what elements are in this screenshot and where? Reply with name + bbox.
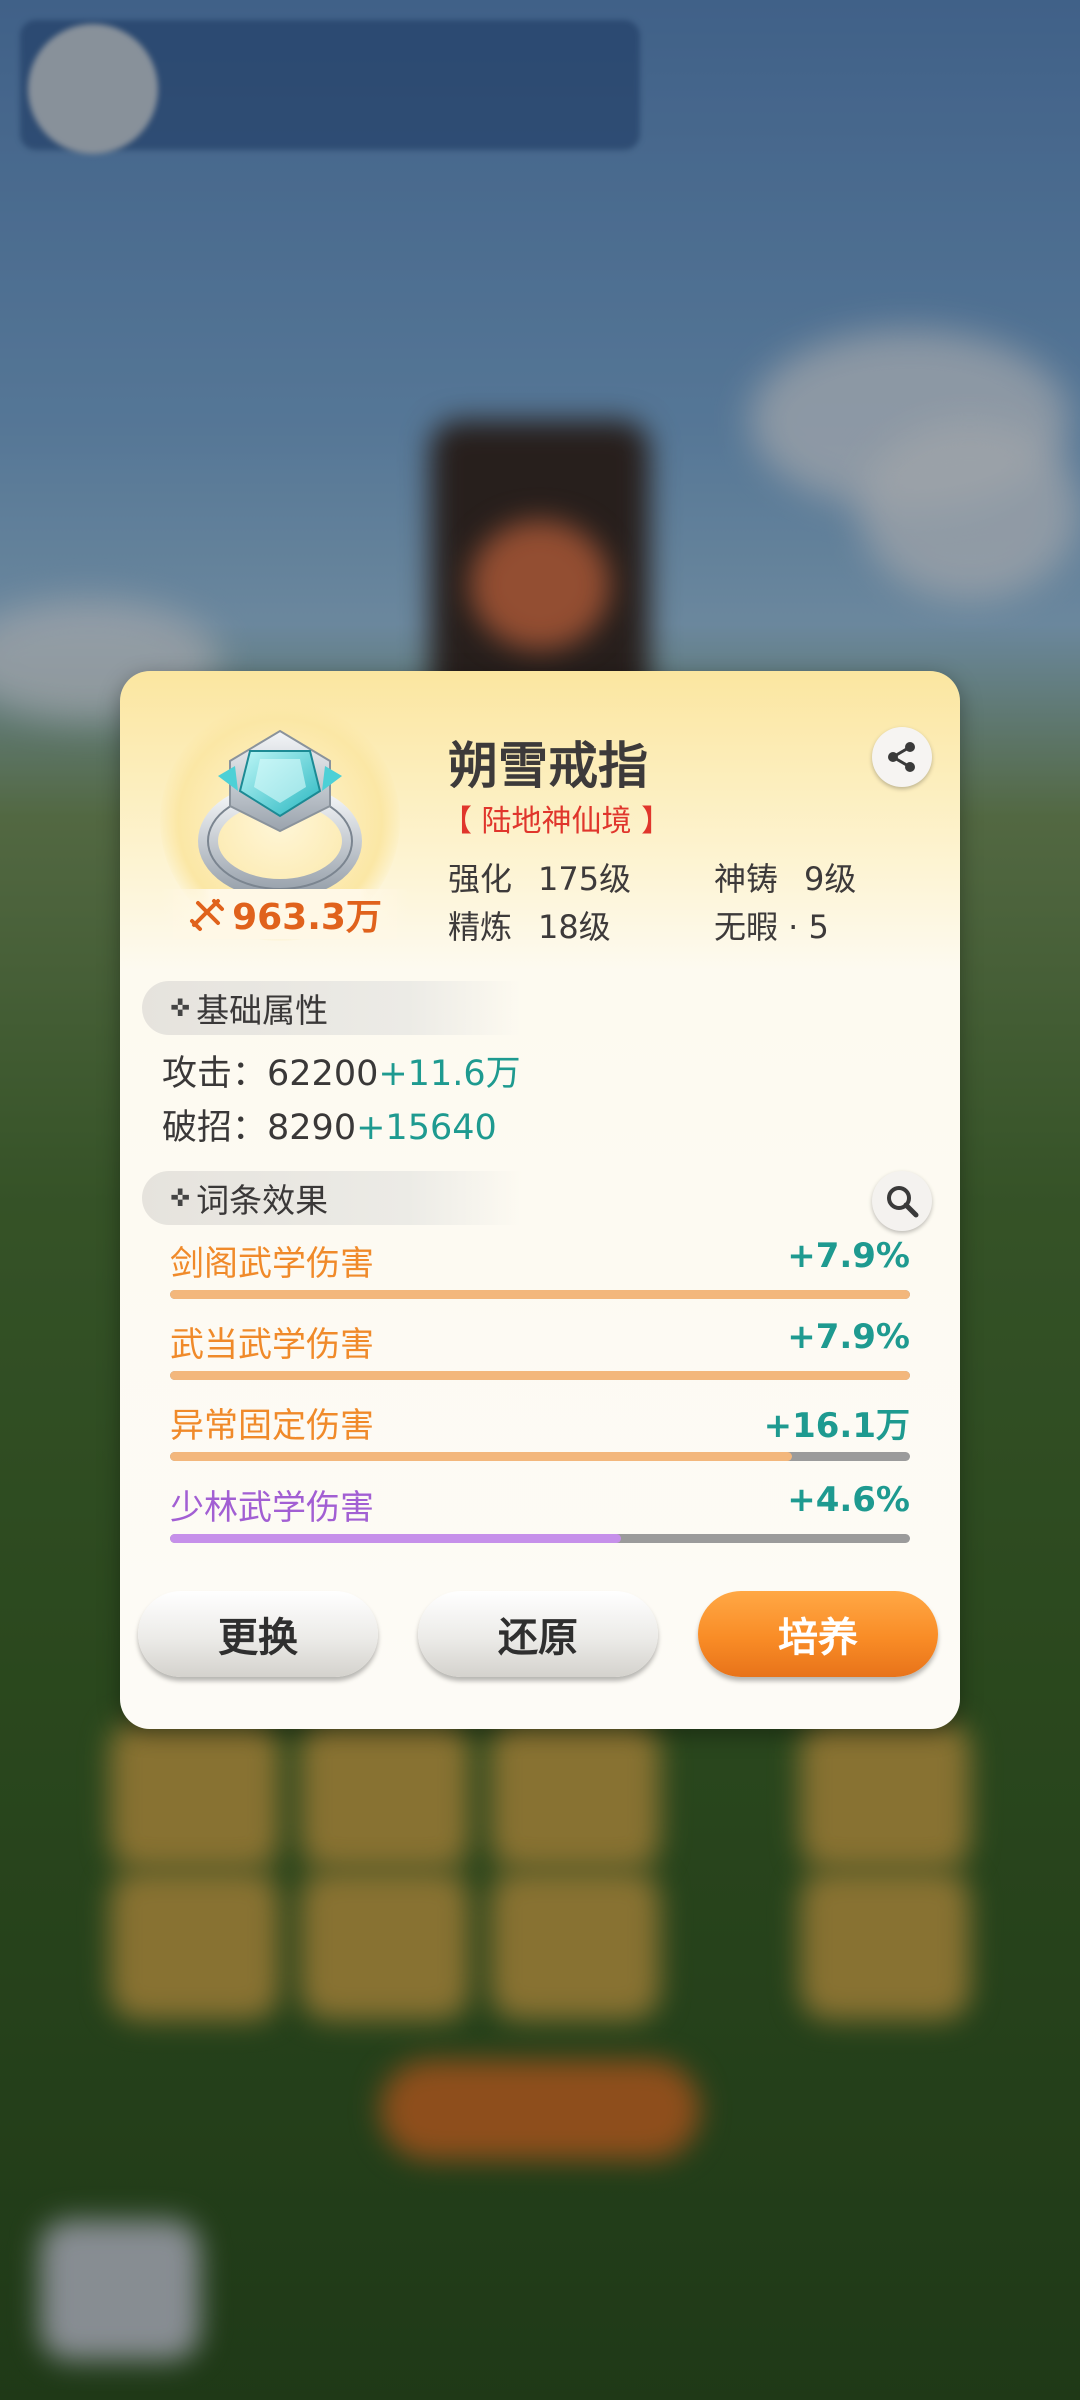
- affix-row: 少林武学伤害 +4.6%: [170, 1480, 910, 1550]
- restore-button[interactable]: 还原: [418, 1591, 658, 1677]
- share-button[interactable]: [872, 727, 932, 787]
- ring-item-icon: [198, 729, 362, 899]
- item-realm: 【 陆地神仙境 】: [442, 804, 672, 839]
- power-badge: 963.3万: [160, 889, 410, 939]
- affix-progress-fill: [170, 1534, 622, 1543]
- base-attributes-header: ✜ 基础属性: [142, 981, 522, 1035]
- stat-flawless: 无暇 · 5: [714, 908, 829, 946]
- affix-effects-header: ✜ 词条效果: [142, 1171, 522, 1225]
- share-icon: [888, 742, 915, 772]
- attr-attack: 攻击：62200+11.6万: [162, 1054, 521, 1094]
- replace-button[interactable]: 更换: [138, 1591, 378, 1677]
- section-marker-icon: ✜: [170, 1184, 191, 1212]
- search-icon: [887, 1186, 919, 1218]
- stat-enhance: 强化 175级: [448, 860, 632, 898]
- affix-row: 武当武学伤害 +7.9%: [170, 1317, 910, 1387]
- affix-row: 异常固定伤害 +16.1万: [170, 1398, 910, 1468]
- affix-name: 剑阁武学伤害: [170, 1244, 374, 1284]
- affix-value: +7.9%: [787, 1317, 910, 1357]
- affix-progress-bar: [170, 1290, 910, 1299]
- affix-progress-bar: [170, 1452, 910, 1461]
- item-detail-card: 963.3万 朔雪戒指 【 陆地神仙境 】 强化 175级 神铸 9级 精炼 18级 …: [120, 671, 960, 1729]
- stat-refine: 精炼 18级: [448, 908, 611, 946]
- affix-value: +7.9%: [787, 1236, 910, 1276]
- affix-row: 剑阁武学伤害 +7.9%: [170, 1236, 910, 1306]
- affix-name: 武当武学伤害: [170, 1325, 374, 1365]
- affix-search-button[interactable]: [872, 1171, 932, 1231]
- affix-progress-fill: [170, 1371, 910, 1380]
- affix-progress-bar: [170, 1534, 910, 1543]
- cultivate-button[interactable]: 培养: [698, 1591, 938, 1677]
- power-value: 963.3万: [232, 897, 382, 938]
- stat-cast: 神铸 9级: [714, 860, 857, 898]
- attr-break: 破招：8290+15640: [162, 1108, 497, 1148]
- affix-value: +16.1万: [763, 1406, 910, 1446]
- affix-value: +4.6%: [787, 1480, 910, 1520]
- affix-name: 少林武学伤害: [170, 1488, 374, 1528]
- affix-progress-fill: [170, 1452, 792, 1461]
- affix-name: 异常固定伤害: [170, 1406, 374, 1446]
- affix-progress-fill: [170, 1290, 910, 1299]
- item-name: 朔雪戒指: [448, 737, 648, 795]
- power-icon: [190, 899, 225, 931]
- section-marker-icon: ✜: [170, 994, 191, 1022]
- affix-progress-bar: [170, 1371, 910, 1380]
